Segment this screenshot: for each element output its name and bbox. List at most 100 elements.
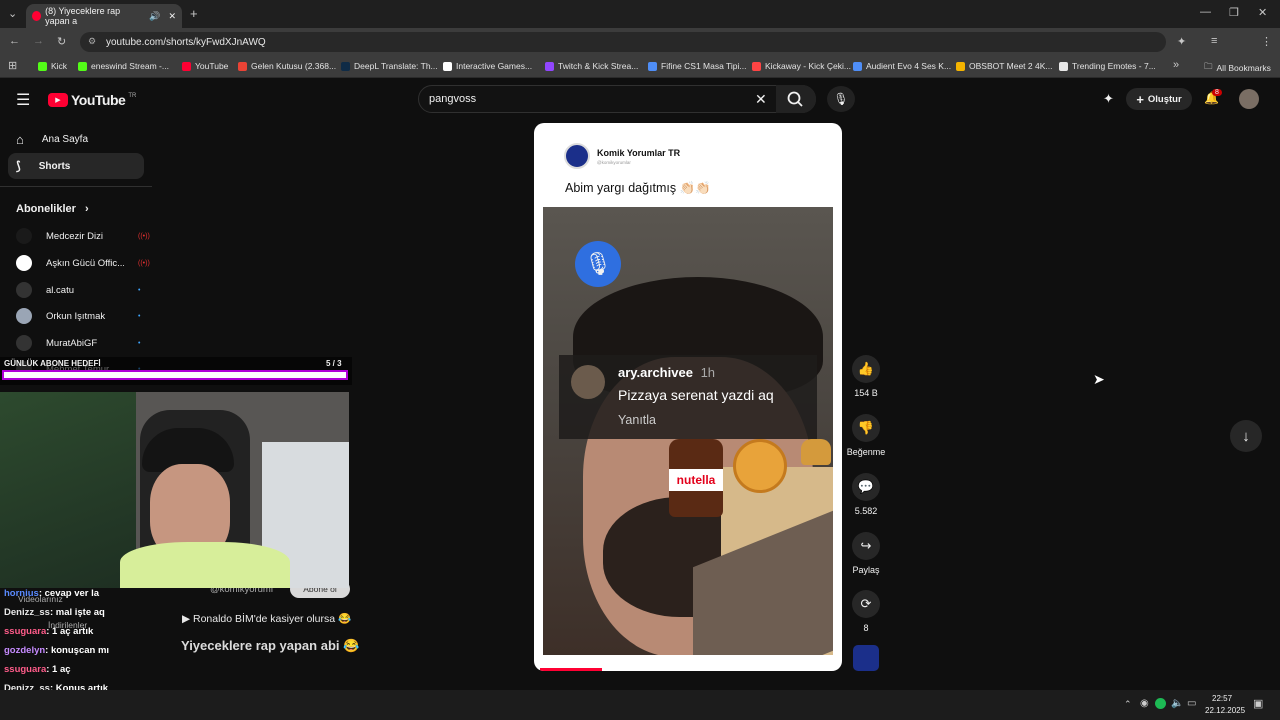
comments-button[interactable]: 💬 5.582 <box>846 473 886 516</box>
bookmark-item[interactable]: Interactive Games... <box>443 61 532 71</box>
share-button[interactable]: ↪ Paylaş <box>846 532 886 575</box>
site-info-icon[interactable]: ⚙ <box>88 36 96 47</box>
volume-icon[interactable]: 🔈 <box>1171 698 1183 709</box>
minimize-icon[interactable]: — <box>1200 6 1211 18</box>
chat-username: hornius <box>4 588 39 599</box>
bookmark-label: Kickaway - Kick Çeki... <box>765 61 851 71</box>
video-frame[interactable]: 🎙 ary.archivee 1h Pizzaya serenat yazdi … <box>543 207 833 655</box>
bookmark-item[interactable]: Kickaway - Kick Çeki... <box>752 61 851 71</box>
more-bookmarks-icon[interactable]: » <box>1173 59 1179 71</box>
chevron-right-icon: › <box>84 203 89 215</box>
bookmark-item[interactable]: DeepL Translate: Th... <box>341 61 438 71</box>
bookmark-item[interactable]: eneswind Stream -... <box>78 61 169 71</box>
nav-divider <box>0 186 152 187</box>
tab-close-icon[interactable]: ✕ <box>168 11 176 22</box>
bookmark-favicon-icon <box>443 61 452 71</box>
dislike-button[interactable]: 👎 Beğenme <box>846 414 886 457</box>
new-tab-icon[interactable]: + <box>190 6 198 21</box>
search-button[interactable] <box>776 85 816 113</box>
goal-progress-bar <box>2 370 348 380</box>
spotify-tray-icon[interactable] <box>1155 698 1166 709</box>
bookmark-item[interactable]: Fifine CS1 Masa Tipi... <box>648 61 747 71</box>
chrome-menu-icon[interactable]: ⋮ <box>1261 35 1272 48</box>
arrow-down-icon: ↓ <box>1242 427 1250 445</box>
bookmark-item[interactable]: Twitch & Kick Strea... <box>545 61 638 71</box>
bookmark-item[interactable]: Audient Evo 4 Ses K... <box>853 61 951 71</box>
short-player[interactable]: Komik Yorumlar TR @komikyorumlar Abim ya… <box>534 123 842 671</box>
channel-avatar <box>16 255 32 271</box>
bookmark-item[interactable]: Trending Emotes - 7... <box>1059 61 1156 71</box>
notifications-icon[interactable]: ▣ <box>1253 697 1263 710</box>
reload-icon[interactable]: ↻ <box>57 35 66 48</box>
bookmark-favicon-icon <box>545 61 554 71</box>
extensions-icon[interactable]: ✦ <box>1177 35 1186 48</box>
like-button[interactable]: 👍 154 B <box>846 355 886 398</box>
bookmarks-bar: ⊞ Kick eneswind Stream -... YouTube Gelen K… <box>0 56 1280 78</box>
bookmark-item[interactable]: Gelen Kutusu (2.368... <box>238 61 336 71</box>
bookmark-item[interactable]: Kick <box>38 61 67 71</box>
apps-icon[interactable]: ⊞ <box>8 59 17 72</box>
comment-icon: 💬 <box>852 473 880 501</box>
clear-search-icon[interactable]: ✕ <box>755 91 767 108</box>
chat-message: ssuguara: 1 aç <box>4 664 71 675</box>
subscription-name: Medcezir Dizi <box>46 230 104 242</box>
subscriptions-heading[interactable]: Abonelikler › <box>16 203 89 215</box>
close-window-icon[interactable]: ✕ <box>1258 6 1267 19</box>
mouse-cursor-icon: ➤ <box>1093 371 1105 387</box>
bookmark-item[interactable]: OBSBOT Meet 2 4K... <box>956 61 1052 71</box>
guide-menu-icon[interactable]: ☰ <box>16 90 30 110</box>
create-ai-icon[interactable]: ✦ <box>1103 91 1114 107</box>
tray-chevron-icon[interactable]: ⌃ <box>1124 699 1132 710</box>
bookmark-favicon-icon <box>853 61 862 71</box>
audio-icon[interactable]: 🔊 <box>149 11 160 22</box>
shirt-shape <box>120 542 290 588</box>
tab-search-icon[interactable]: ⌄ <box>8 7 17 20</box>
notification-badge: 8 <box>1212 89 1222 96</box>
comment-reply: Yanıtla <box>618 413 656 427</box>
address-bar[interactable]: ⚙ youtube.com/shorts/kyFwdXJnAWQ <box>80 32 1166 52</box>
forward-icon[interactable]: → <box>33 35 44 47</box>
goal-value: 5 / 3 <box>326 359 342 368</box>
search-input[interactable]: pangvoss ✕ <box>418 85 816 113</box>
subscription-item[interactable]: Aşkın Gücü Offic... ((•)) <box>16 255 150 271</box>
sound-avatar[interactable] <box>853 645 879 671</box>
discord-tray-icon[interactable]: ◉ <box>1140 698 1149 709</box>
chat-username: Denizz_ss <box>4 607 50 618</box>
youtube-logo[interactable]: ▶ YouTube TR <box>48 92 136 108</box>
channel-avatar <box>16 282 32 298</box>
subscription-item[interactable]: Medcezir Dizi ((•)) <box>16 228 150 244</box>
pizza-image <box>733 439 787 493</box>
chat-username: gozdelyn <box>4 645 46 656</box>
remix-button[interactable]: ⟳ 8 <box>846 590 886 633</box>
bookmark-favicon-icon <box>1059 61 1068 71</box>
next-short-button[interactable]: ↓ <box>1230 420 1262 452</box>
subscription-item[interactable]: MuratAbiGF • <box>16 335 140 351</box>
chat-text: : mal işte aq <box>49 607 105 618</box>
taskbar-date[interactable]: 22.12.2025 <box>1205 706 1245 715</box>
chat-message: Denizz_ss: mal işte aq <box>4 607 105 618</box>
bookmark-favicon-icon <box>38 61 47 71</box>
live-indicator-icon: ((•)) <box>138 232 150 240</box>
media-control-icon[interactable]: ≡ <box>1211 35 1217 47</box>
subscription-item[interactable]: al.catu • <box>16 282 140 298</box>
restore-icon[interactable]: ❐ <box>1229 6 1239 19</box>
bookmark-label: Gelen Kutusu (2.368... <box>251 61 337 71</box>
browser-tab[interactable]: (8) Yiyeceklere rap yapan a 🔊 ✕ <box>26 4 182 28</box>
bookmark-item[interactable]: YouTube <box>182 61 228 71</box>
progress-bar[interactable] <box>540 668 602 671</box>
network-icon[interactable]: ▭ <box>1187 698 1196 709</box>
create-button[interactable]: + Oluştur <box>1126 88 1192 110</box>
nav-shorts[interactable]: ⟆ Shorts <box>16 159 70 173</box>
taskbar-time[interactable]: 22:57 <box>1212 694 1232 703</box>
short-caption: Abim yargı dağıtmış 👏🏻👏🏻 <box>565 181 711 195</box>
all-bookmarks[interactable]: 🗀 All Bookmarks <box>1204 61 1271 75</box>
comment-time: 1h <box>700 365 716 380</box>
back-icon[interactable]: ← <box>9 35 20 47</box>
bookmark-label: DeepL Translate: Th... <box>354 61 438 71</box>
account-avatar[interactable] <box>1239 89 1259 109</box>
subscription-item[interactable]: Orkun Işıtmak • <box>16 308 140 324</box>
bookmark-favicon-icon <box>956 61 965 71</box>
nav-home[interactable]: ⌂ Ana Sayfa <box>16 132 88 147</box>
voice-search-button[interactable]: 🎙 <box>827 86 855 112</box>
new-content-dot-icon: • <box>138 286 141 294</box>
